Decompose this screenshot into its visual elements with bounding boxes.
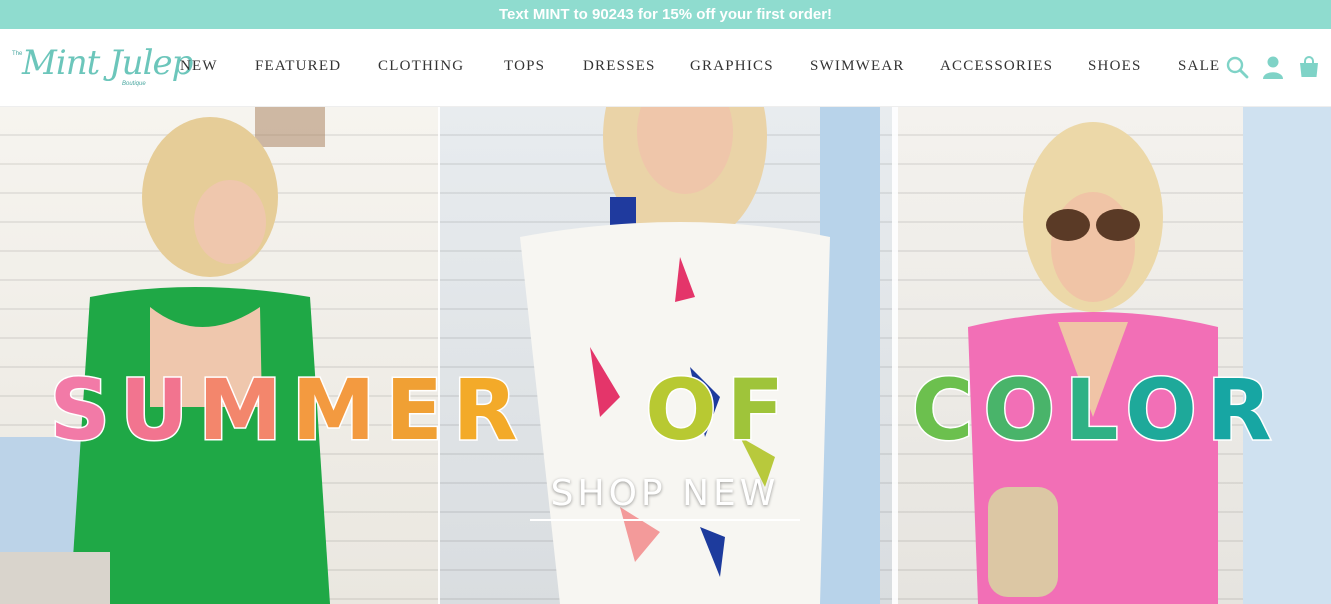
hero-banner[interactable]: SUMMER OF COLOR SHOP NEW: [0, 107, 1331, 604]
promo-text: Text MINT to 90243 for 15% off your firs…: [498, 6, 833, 23]
logo-boutique: Boutique: [122, 81, 146, 87]
nav-item-clothing[interactable]: CLOTHING: [378, 58, 464, 75]
hero-title-letter: R: [451, 360, 528, 461]
hero-title-word-of: OF: [644, 360, 795, 461]
hero-title-letter: M: [290, 360, 386, 461]
hero-title-letter: U: [118, 360, 199, 461]
hero-title-letter: L: [1063, 360, 1126, 461]
shopping-bag-icon[interactable]: [1297, 55, 1321, 79]
hero-title-letter: S: [48, 360, 120, 461]
logo-the: The: [12, 51, 23, 57]
nav-item-dresses[interactable]: DRESSES: [583, 58, 656, 75]
logo-name: Mint Julep: [22, 43, 193, 83]
user-icon[interactable]: [1261, 55, 1285, 79]
search-icon[interactable]: [1225, 55, 1249, 79]
nav-item-featured[interactable]: FEATURED: [255, 58, 341, 75]
hero-title-letter: O: [1124, 360, 1207, 461]
nav-item-shoes[interactable]: SHOES: [1088, 58, 1142, 75]
hero-title-letter: O: [982, 360, 1065, 461]
logo[interactable]: The Mint Julep Boutique: [8, 41, 193, 93]
shop-new-button[interactable]: SHOP NEW: [530, 473, 800, 521]
nav-item-swimwear[interactable]: SWIMWEAR: [810, 58, 905, 75]
hero-photo-pink-dress: [898, 107, 1331, 604]
hero-photo-print-dress: [440, 107, 905, 604]
hero-photo-green-dress: [0, 107, 445, 604]
hero-title: SUMMER OF COLOR: [0, 360, 1331, 461]
nav-item-accessories[interactable]: ACCESSORIES: [940, 58, 1053, 75]
hero-title-letter: E: [384, 360, 453, 461]
site-header: The Mint Julep Boutique NEW FEATURED CLO…: [0, 29, 1331, 107]
hero-title-letter: M: [197, 360, 292, 461]
hero-title-letter: C: [910, 360, 984, 461]
hero-title-letter: F: [725, 360, 795, 461]
hero-title-word-color: COLOR: [910, 360, 1282, 461]
hero-title-word-summer: SUMMER: [48, 360, 528, 461]
promo-banner[interactable]: Text MINT to 90243 for 15% off your firs…: [0, 0, 1331, 29]
nav-item-new[interactable]: NEW: [180, 58, 218, 75]
nav-item-tops[interactable]: TOPS: [504, 58, 545, 75]
nav-item-sale[interactable]: SALE: [1178, 58, 1220, 75]
nav-item-graphics[interactable]: GRAPHICS: [690, 58, 774, 75]
hero-title-letter: R: [1205, 360, 1282, 461]
hero-title-letter: O: [644, 360, 727, 461]
